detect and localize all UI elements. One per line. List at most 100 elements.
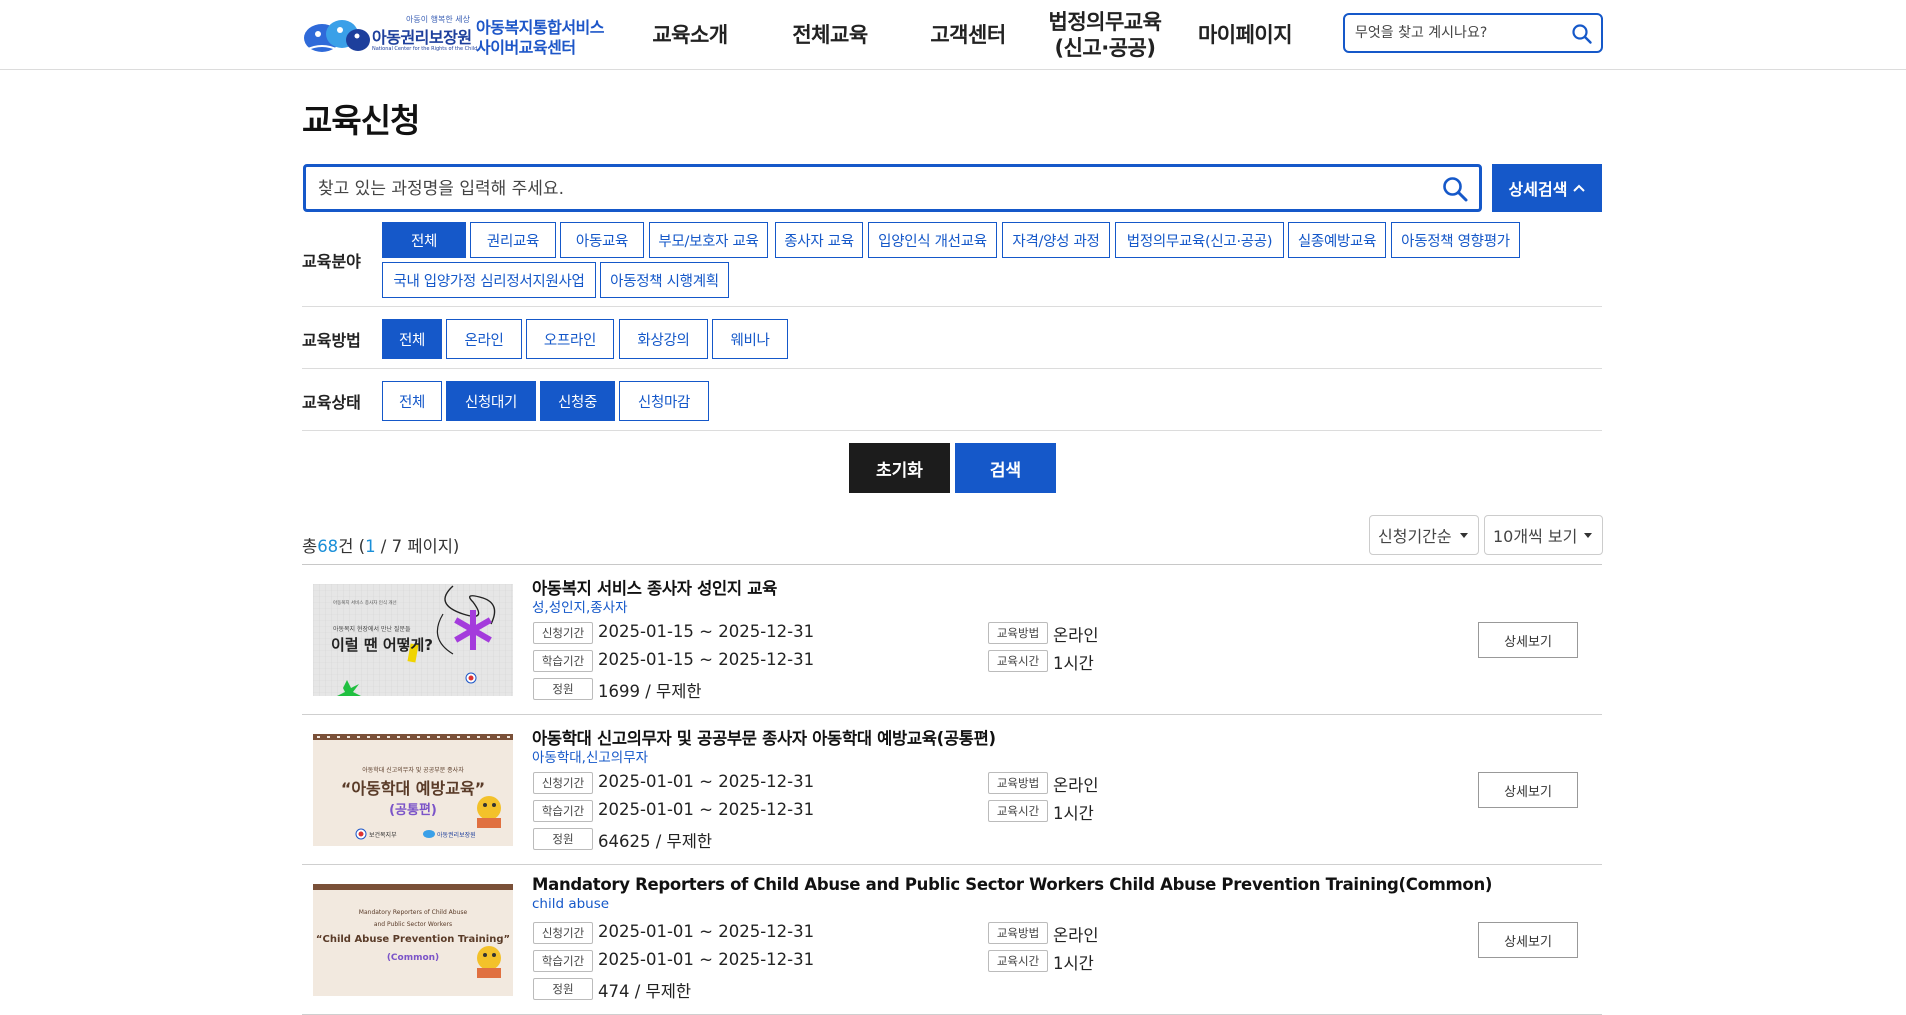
thumb-logo-org: 아동권리보장원 xyxy=(437,831,476,839)
divider xyxy=(302,430,1602,431)
method-label: 교육방법 xyxy=(988,772,1048,794)
detail-search-label: 상세검색 xyxy=(1508,180,1568,199)
thumb-caption: 아동학대 신고의무자 및 공공부문 종사자 xyxy=(362,766,464,774)
page-count: / 7 페이지) xyxy=(375,537,460,556)
method-chip-webinar[interactable]: 웨비나 xyxy=(712,319,788,359)
method-chip-video[interactable]: 화상강의 xyxy=(619,319,708,359)
per-page-select[interactable]: 10개씩 보기 xyxy=(1484,515,1603,555)
sort-select[interactable]: 신청기간순 xyxy=(1369,515,1479,555)
thumb-subtitle: 아동복지 현장에서 만난 질문들 xyxy=(333,625,411,633)
nav-mandatory-edu[interactable]: 법정의무교육 (신고·공공) xyxy=(1040,0,1170,70)
apply-period-label: 신청기간 xyxy=(533,772,593,794)
thumbnail-graphic: 아동복지 서비스 종사자 인식 개선 아동복지 현장에서 만난 질문들 이럴 땐… xyxy=(313,584,513,696)
thumb-logo-ministry: 보건복지부 xyxy=(369,831,397,839)
apply-period-label: 신청기간 xyxy=(533,622,593,644)
thumb-subtitle: (Common) xyxy=(387,953,439,963)
course-item: 아동학대 신고의무자 및 공공부문 종사자 “아동학대 예방교육” (공통편) … xyxy=(302,715,1602,865)
search-icon[interactable] xyxy=(1571,23,1593,45)
study-period-label: 학습기간 xyxy=(533,800,593,822)
apply-period-label: 신청기간 xyxy=(533,922,593,944)
search-icon[interactable] xyxy=(1441,175,1469,203)
thumb-title: “아동학대 예방교육” xyxy=(341,779,485,798)
nav-all-courses[interactable]: 전체교육 xyxy=(778,0,882,70)
study-period-label: 학습기간 xyxy=(533,950,593,972)
course-search-input[interactable] xyxy=(318,177,1418,201)
filter-label-field: 교육분야 xyxy=(302,252,361,271)
site-logo[interactable]: 아동이 행복한 세상 아동권리보장원 National Center for t… xyxy=(302,10,607,58)
site-header: 아동이 행복한 세상 아동권리보장원 National Center for t… xyxy=(0,0,1906,70)
method-label: 교육방법 xyxy=(988,622,1048,644)
capacity-label: 정원 xyxy=(533,828,593,850)
status-chip-all[interactable]: 전체 xyxy=(382,381,442,421)
caret-down-icon xyxy=(1460,533,1468,538)
hours-label: 교육시간 xyxy=(988,650,1048,672)
course-thumbnail[interactable]: 아동복지 서비스 종사자 인식 개선 아동복지 현장에서 만난 질문들 이럴 땐… xyxy=(313,584,513,696)
logo-org-name: 아동권리보장원 xyxy=(372,28,472,47)
reset-button[interactable]: 초기화 xyxy=(849,443,950,493)
course-item: 아동복지 서비스 종사자 인식 개선 아동복지 현장에서 만난 질문들 이럴 땐… xyxy=(302,565,1602,715)
search-button[interactable]: 검색 xyxy=(955,443,1056,493)
summary-suffix: 건 ( xyxy=(338,537,366,556)
logo-mark-icon xyxy=(304,20,370,52)
thumb-title: “Child Abuse Prevention Training” xyxy=(316,934,510,945)
divider xyxy=(302,306,1602,307)
result-summary: 총68건 (1 / 7 페이지) xyxy=(302,533,459,557)
hours-label: 교육시간 xyxy=(988,800,1048,822)
study-period-value: 2025-01-15 ~ 2025-12-31 xyxy=(598,650,815,669)
apply-period-value: 2025-01-15 ~ 2025-12-31 xyxy=(598,622,815,641)
filter-label-status: 교육상태 xyxy=(302,393,361,412)
hours-value: 1시간 xyxy=(1053,804,1094,823)
method-chip-online[interactable]: 온라인 xyxy=(446,319,522,359)
method-chip-offline[interactable]: 오프라인 xyxy=(526,319,614,359)
method-value: 온라인 xyxy=(1053,926,1099,945)
field-chip-policy-plan[interactable]: 아동정책 시행계획 xyxy=(600,262,729,298)
thumbnail-graphic: 아동학대 신고의무자 및 공공부문 종사자 “아동학대 예방교육” (공통편) … xyxy=(313,734,513,846)
course-thumbnail[interactable]: Mandatory Reporters of Child Abuse and P… xyxy=(313,884,513,996)
field-chip-adoption[interactable]: 입양인식 개선교육 xyxy=(868,222,997,258)
thumb-caption: Mandatory Reporters of Child Abuse xyxy=(359,909,468,916)
course-tags: 아동학대,신고의무자 xyxy=(532,750,649,766)
field-chip-parent[interactable]: 부모/보호자 교육 xyxy=(649,222,768,258)
status-chip-open[interactable]: 신청중 xyxy=(540,381,615,421)
status-chip-closed[interactable]: 신청마감 xyxy=(619,381,709,421)
summary-prefix: 총 xyxy=(302,537,318,556)
field-chip-license[interactable]: 자격/양성 과정 xyxy=(1002,222,1110,258)
study-period-value: 2025-01-01 ~ 2025-12-31 xyxy=(598,800,815,819)
hours-label: 교육시간 xyxy=(988,950,1048,972)
status-chip-waiting[interactable]: 신청대기 xyxy=(446,381,536,421)
nav-edu-intro[interactable]: 교육소개 xyxy=(640,0,740,70)
capacity-value: 64625 / 무제한 xyxy=(598,832,713,851)
capacity-value: 474 / 무제한 xyxy=(598,982,692,1001)
field-chip-rights[interactable]: 권리교육 xyxy=(470,222,556,258)
field-chip-adoptive-support[interactable]: 국내 입양가정 심리정서지원사업 xyxy=(382,262,596,298)
thumb-subtitle: (공통편) xyxy=(389,802,437,818)
study-period-label: 학습기간 xyxy=(533,650,593,672)
field-chip-mandatory[interactable]: 법정의무교육(신고·공공) xyxy=(1115,222,1284,258)
field-chip-child[interactable]: 아동교육 xyxy=(560,222,644,258)
total-count: 68 xyxy=(317,537,339,556)
caret-down-icon xyxy=(1584,533,1592,538)
capacity-value: 1699 / 무제한 xyxy=(598,682,702,701)
nav-mypage[interactable]: 마이페이지 xyxy=(1186,0,1304,70)
field-chip-all[interactable]: 전체 xyxy=(382,222,466,258)
detail-view-button[interactable]: 상세보기 xyxy=(1478,772,1578,808)
sort-select-value: 신청기간순 xyxy=(1378,527,1452,546)
course-tags: 성,성인지,종사자 xyxy=(532,600,628,616)
field-chip-policy-eval[interactable]: 아동정책 영향평가 xyxy=(1391,222,1520,258)
header-search-input[interactable] xyxy=(1355,23,1565,43)
detail-view-button[interactable]: 상세보기 xyxy=(1478,922,1578,958)
thumbnail-graphic: Mandatory Reporters of Child Abuse and P… xyxy=(313,884,513,996)
detail-search-button[interactable]: 상세검색 xyxy=(1492,164,1602,212)
method-chip-all[interactable]: 전체 xyxy=(382,319,442,359)
field-chip-missing[interactable]: 실종예방교육 xyxy=(1288,222,1386,258)
course-item: Mandatory Reporters of Child Abuse and P… xyxy=(302,865,1602,1015)
per-page-select-value: 10개씩 보기 xyxy=(1493,527,1578,546)
course-title[interactable]: Mandatory Reporters of Child Abuse and P… xyxy=(532,875,1492,894)
detail-view-button[interactable]: 상세보기 xyxy=(1478,622,1578,658)
chevron-up-icon xyxy=(1573,184,1586,192)
method-label: 교육방법 xyxy=(988,922,1048,944)
field-chip-worker[interactable]: 종사자 교육 xyxy=(775,222,863,258)
method-value: 온라인 xyxy=(1053,776,1099,795)
course-thumbnail[interactable]: 아동학대 신고의무자 및 공공부문 종사자 “아동학대 예방교육” (공통편) … xyxy=(313,734,513,846)
nav-customer-center[interactable]: 고객센터 xyxy=(916,0,1020,70)
